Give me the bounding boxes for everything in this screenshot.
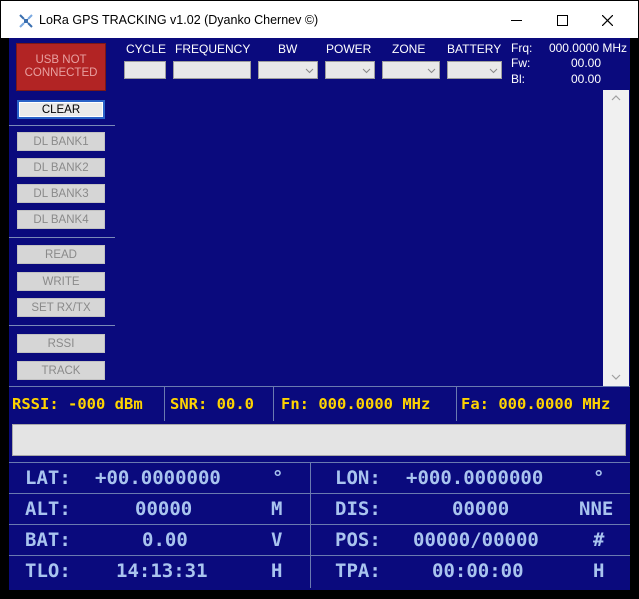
write-button[interactable]: WRITE [17,272,105,291]
chevron-down-icon [305,68,314,74]
close-icon [602,14,613,26]
zone-select[interactable] [382,61,440,79]
alt-value: 00000 [135,498,193,520]
dis-label: DIS: [335,498,381,520]
alt-label: ALT: [25,498,71,520]
pos-unit: # [593,529,605,551]
grid-row-lat-lon: LAT: +00.0000000 ° LON: +000.0000000 ° [9,462,630,494]
lon-label: LON: [335,467,381,489]
battery-select[interactable] [447,61,502,79]
lon-unit: ° [593,467,605,489]
minimize-button[interactable] [494,2,539,38]
divider [9,237,115,238]
lat-label: LAT: [25,467,71,489]
grid-row-alt-dis: ALT: 00000 M DIS: 00000 NNE [9,493,630,525]
message-textbox[interactable] [12,424,626,456]
read-button[interactable]: READ [17,245,105,264]
zone-label: ZONE [392,42,426,56]
usb-status-button[interactable]: USB NOT CONNECTED [16,43,106,91]
bat-value: 0.00 [142,529,188,551]
main-panel: USB NOT CONNECTED CLEAR DL BANK1 DL BANK… [9,38,630,590]
dl-bank3-button[interactable]: DL BANK3 [17,184,105,203]
dis-value: 00000 [452,498,510,520]
title-bar[interactable]: LoRa GPS TRACKING v1.02 (Dyanko Chernev … [1,1,638,38]
snr-readout: SNR: 00.0 [170,395,254,413]
cycle-label: CYCLE [126,42,167,56]
app-window: LoRa GPS TRACKING v1.02 (Dyanko Chernev … [0,0,639,599]
rssi-readout: RSSI: -000 dBm [12,395,143,413]
chevron-down-icon [427,68,436,74]
frequency-input[interactable] [173,61,251,79]
divider [9,125,115,126]
scroll-up-icon[interactable] [611,94,621,102]
minimize-icon [511,19,522,21]
tpa-value: 00:00:00 [432,560,524,582]
pos-value: 00000/00000 [413,529,539,551]
left-control-panel: USB NOT CONNECTED CLEAR DL BANK1 DL BANK… [9,38,115,386]
pos-label: POS: [335,529,381,551]
tlo-unit: H [271,560,283,582]
signal-status-bar: RSSI: -000 dBm SNR: 00.0 Fn: 000.0000 MH… [9,386,630,421]
bl-value: 00.00 [570,72,601,86]
dl-bank1-button[interactable]: DL BANK1 [17,132,105,151]
divider [456,387,457,421]
lat-unit: ° [272,467,284,489]
grid-divider [310,462,311,588]
divider [273,387,274,421]
track-button[interactable]: TRACK [17,361,105,380]
log-scrollbar[interactable] [603,90,629,386]
window-title: LoRa GPS TRACKING v1.02 (Dyanko Chernev … [39,13,319,27]
rssi-button[interactable]: RSSI [17,334,105,353]
frequency-label: FREQUENCY [175,42,251,56]
lon-value: +000.0000000 [406,467,544,489]
power-label: POWER [326,42,372,56]
tlo-label: TLO: [25,560,71,582]
close-button[interactable] [585,2,630,38]
fw-label: Fw: [511,56,531,70]
chevron-down-icon [489,68,498,74]
chevron-down-icon [362,68,371,74]
grid-row-tlo-tpa: TLO: 14:13:31 H TPA: 00:00:00 H [9,555,630,587]
fa-readout: Fa: 000.0000 MHz [461,395,611,413]
maximize-icon [557,14,568,26]
divider [9,325,115,326]
satellite-icon [19,14,33,28]
lat-value: +00.0000000 [95,467,221,489]
fn-readout: Fn: 000.0000 MHz [281,395,431,413]
bl-label: Bl: [511,72,526,86]
alt-unit: M [271,498,283,520]
log-output[interactable] [117,90,603,386]
dis-unit: NNE [579,498,614,520]
tpa-label: TPA: [335,560,381,582]
battery-label: BATTERY [447,42,502,56]
tlo-value: 14:13:31 [116,560,208,582]
maximize-button[interactable] [540,2,585,38]
frq-label: Frq: [511,41,533,55]
frq-value: 000.0000 MHz [548,41,627,55]
scroll-down-icon[interactable] [611,373,621,381]
bw-label: BW [278,42,298,56]
bat-label: BAT: [25,529,71,551]
fw-value: 00.00 [570,56,601,70]
grid-row-bat-pos: BAT: 0.00 V POS: 00000/00000 # [9,524,630,556]
divider [164,387,165,421]
dl-bank4-button[interactable]: DL BANK4 [17,210,105,229]
dl-bank2-button[interactable]: DL BANK2 [17,158,105,177]
clear-button[interactable]: CLEAR [17,100,105,119]
set-rx-tx-button[interactable]: SET RX/TX [17,298,105,317]
bat-unit: V [271,529,283,551]
tpa-unit: H [593,560,605,582]
cycle-input[interactable] [124,61,166,79]
bw-select[interactable] [258,61,318,79]
power-select[interactable] [325,61,375,79]
